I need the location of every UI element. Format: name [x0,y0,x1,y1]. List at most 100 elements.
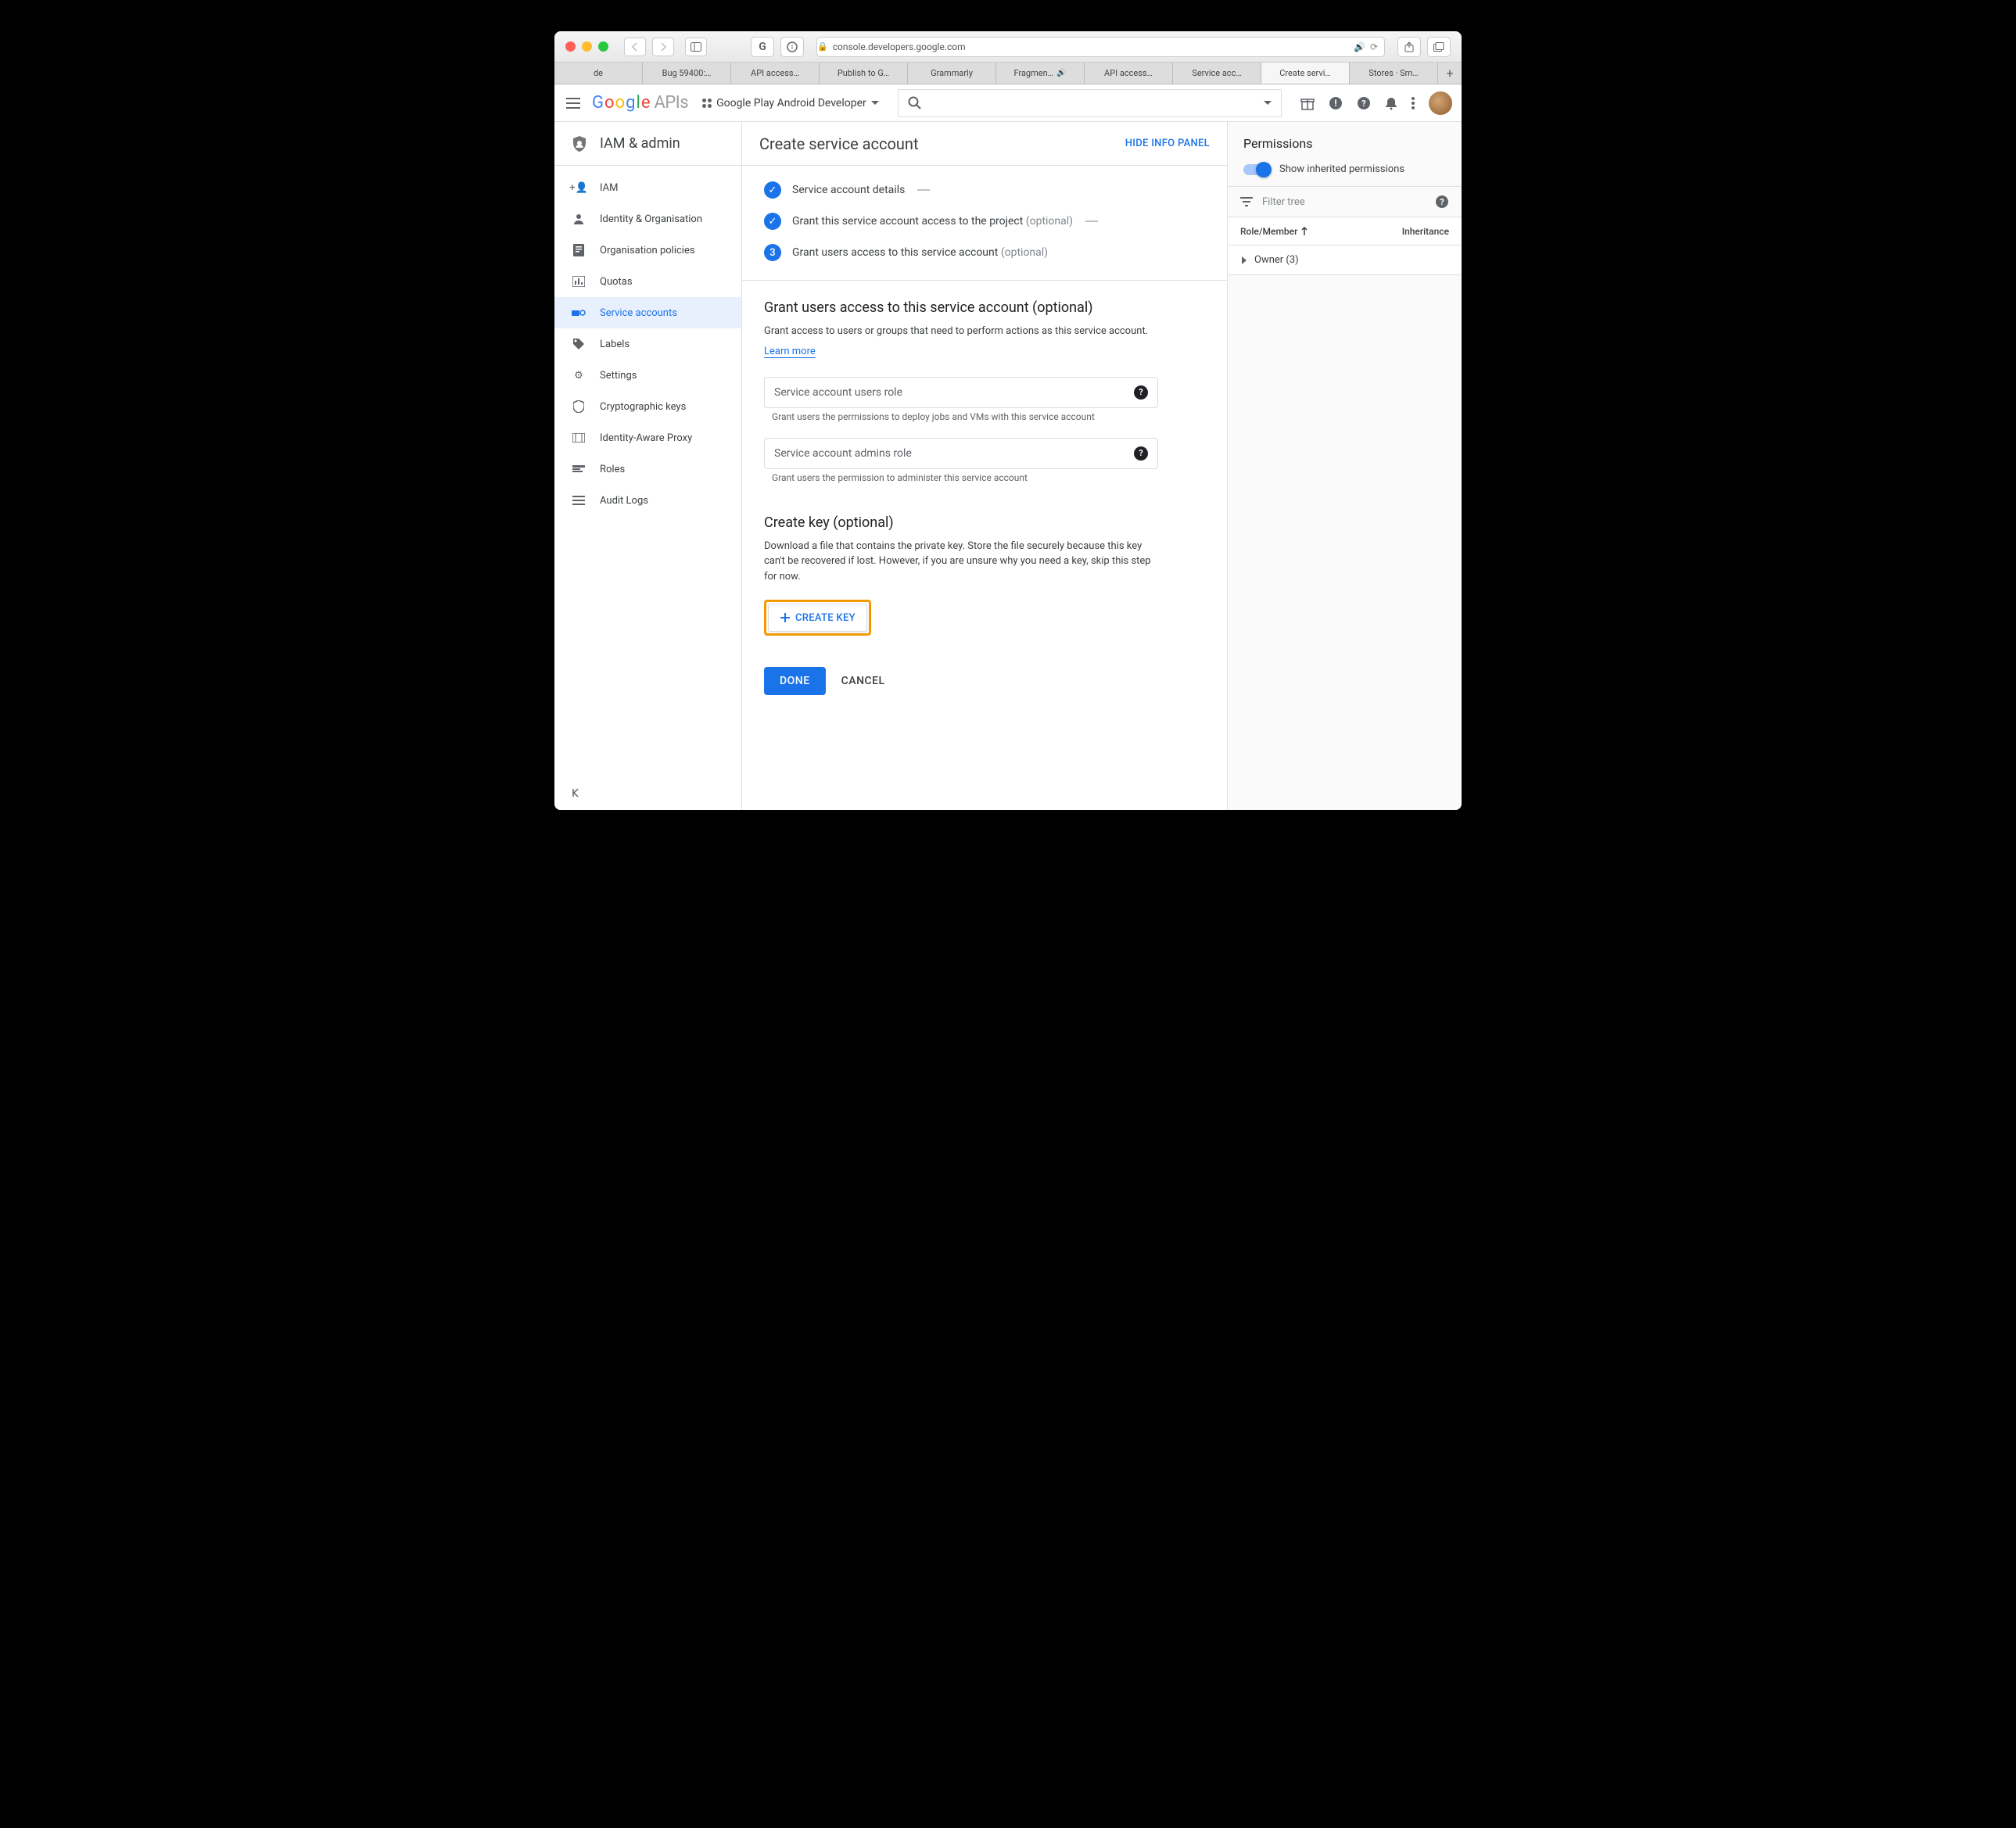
gear-icon: ⚙ [572,370,586,382]
browser-tab[interactable]: Stores · Sm… [1350,63,1438,84]
sort-up-icon [1300,227,1308,236]
bell-icon[interactable] [1385,96,1397,110]
quota-icon [572,276,586,287]
page-title: Create service account [759,134,919,153]
reload-icon[interactable]: ⟳ [1370,41,1378,52]
tabs-overview[interactable] [1427,37,1451,57]
search-dropdown-icon[interactable] [1264,101,1272,106]
role-row[interactable]: Owner (3) [1228,246,1462,275]
svg-text:!: ! [1334,98,1336,109]
nav-iap[interactable]: Identity-Aware Proxy [554,422,741,453]
proxy-icon [572,433,586,443]
permissions-panel: Permissions Show inherited permissions F… [1227,122,1462,810]
extension-button-2[interactable]: i [780,37,804,57]
collapse-sidebar[interactable] [554,776,741,810]
col-inheritance[interactable]: Inheritance [1402,226,1449,237]
hide-info-panel[interactable]: HIDE INFO PANEL [1125,138,1210,149]
extension-button-1[interactable]: G [751,37,774,57]
filter-row[interactable]: Filter tree ? [1228,186,1462,217]
google-apis-logo[interactable]: Google APIs [592,93,688,113]
filter-icon [1240,197,1253,206]
person-add-icon: +👤 [572,182,586,194]
doc-icon [572,244,586,256]
more-icon[interactable] [1412,97,1415,109]
browser-tab[interactable]: API access… [1085,63,1173,84]
step-1[interactable]: ✓ Service account details [764,181,1205,199]
project-icon [702,99,712,108]
alert-icon[interactable]: ! [1329,96,1343,110]
nav-quotas[interactable]: Quotas [554,266,741,297]
minimize-window[interactable] [582,41,592,52]
search-icon [908,96,922,110]
url-bar[interactable]: 🔒 console.developers.google.com 🔊 ⟳ [816,37,1385,57]
edit-dash-icon [917,189,930,191]
back-button[interactable] [624,38,646,56]
browser-tab-active[interactable]: Create servi… [1261,63,1350,84]
inherited-toggle[interactable] [1243,164,1270,175]
chevron-down-icon [871,101,879,106]
forward-button[interactable] [652,38,674,56]
help-icon[interactable]: ? [1435,195,1449,209]
maximize-window[interactable] [598,41,608,52]
toggle-label: Show inherited permissions [1279,163,1404,175]
help-icon[interactable]: ? [1357,96,1371,110]
browser-tab[interactable]: Publish to G… [820,63,908,84]
edit-dash-icon [1085,220,1098,222]
search-bar[interactable] [898,89,1282,117]
cancel-button[interactable]: CANCEL [841,675,885,687]
browser-tab[interactable]: de [554,63,643,84]
tag-icon [572,338,586,350]
nav-audit[interactable]: Audit Logs [554,485,741,516]
shield-key-icon [572,400,586,413]
close-window[interactable] [565,41,576,52]
step-2[interactable]: ✓ Grant this service account access to t… [764,213,1205,230]
help-icon[interactable]: ? [1134,446,1148,461]
page-content: IAM & admin +👤IAM Identity & Organisatio… [554,122,1462,810]
sidebar-toggle[interactable] [685,38,707,56]
window-controls [565,41,608,52]
col-role[interactable]: Role/Member [1240,226,1402,237]
check-icon: ✓ [764,181,781,199]
nav-identity[interactable]: Identity & Organisation [554,203,741,235]
create-key-highlight: CREATE KEY [764,600,871,636]
svg-text:?: ? [1361,99,1366,109]
browser-tab[interactable]: API access… [731,63,820,84]
share-button[interactable] [1397,37,1421,57]
check-icon: ✓ [764,213,781,230]
browser-window: G i 🔒 console.developers.google.com 🔊 ⟳ … [554,31,1462,810]
roles-icon [572,465,586,473]
users-role-input[interactable]: Service account users role ? [764,377,1158,408]
iam-sidebar: IAM & admin +👤IAM Identity & Organisatio… [554,122,742,810]
section-title: Grant users access to this service accou… [764,299,1158,316]
nav-labels[interactable]: Labels [554,328,741,360]
nav-service-accounts[interactable]: Service accounts [554,297,741,328]
nav-crypto[interactable]: Cryptographic keys [554,391,741,422]
user-avatar[interactable] [1429,91,1452,115]
help-icon[interactable]: ? [1134,385,1148,400]
admins-role-input[interactable]: Service account admins role ? [764,438,1158,469]
new-tab-button[interactable]: + [1438,63,1462,84]
audio-icon[interactable]: 🔊 [1354,41,1365,52]
menu-icon[interactable] [564,94,583,113]
nav-roles[interactable]: Roles [554,453,741,485]
done-button[interactable]: DONE [764,667,826,695]
cloud-header: Google APIs Google Play Android Develope… [554,84,1462,122]
panel-title: Permissions [1243,136,1446,151]
create-key-button[interactable]: CREATE KEY [768,604,867,632]
nav-policies[interactable]: Organisation policies [554,235,741,266]
stepper: ✓ Service account details ✓ Grant this s… [742,166,1227,281]
section-title: Create key (optional) [764,514,1158,531]
browser-tabs: de Bug 59400:… API access… Publish to G…… [554,63,1462,84]
lock-icon: 🔒 [817,41,828,52]
learn-more-link[interactable]: Learn more [764,346,816,358]
url-text: console.developers.google.com [833,41,966,52]
expand-icon[interactable] [1240,256,1248,265]
browser-tab[interactable]: Grammarly [908,63,996,84]
gift-icon[interactable] [1300,96,1315,110]
browser-tab[interactable]: Fragmen… 🔊 [996,63,1085,84]
browser-tab[interactable]: Service acc… [1173,63,1261,84]
nav-iam[interactable]: +👤IAM [554,172,741,203]
browser-tab[interactable]: Bug 59400:… [643,63,731,84]
nav-settings[interactable]: ⚙Settings [554,360,741,391]
project-picker[interactable]: Google Play Android Developer [702,97,879,109]
